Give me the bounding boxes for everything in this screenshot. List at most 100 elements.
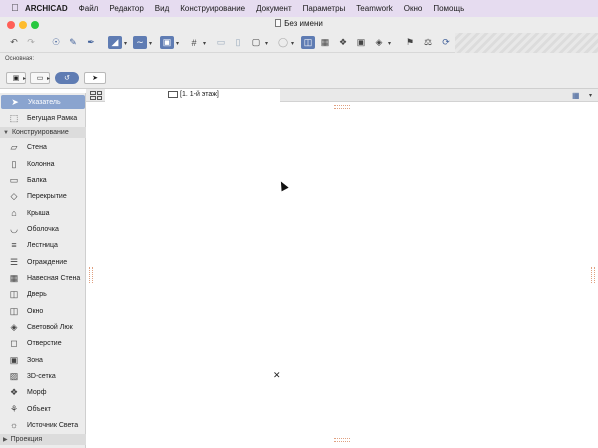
syringe-icon[interactable]: ✒ — [84, 36, 98, 49]
polyline-method-icon[interactable]: ∼ — [133, 36, 147, 49]
tool-roof[interactable]: ⌂ Крыша — [0, 206, 86, 220]
apple-icon[interactable]:  — [5, 3, 25, 14]
redo-icon[interactable]: ↷ — [24, 36, 38, 49]
tool-curtain-wall[interactable]: ▦ Навесная Стена — [0, 271, 86, 285]
disclosure-triangle-icon: ▶ — [3, 437, 8, 443]
tool-shell[interactable]: ◡ Оболочка — [0, 222, 86, 236]
menu-teamwork[interactable]: Teamwork — [356, 4, 392, 13]
tool-mesh[interactable]: ▨ 3D-сетка — [0, 369, 86, 383]
chevron-down-icon[interactable]: ▾ — [124, 40, 127, 47]
wall-geometry-method-icon[interactable]: ◢ — [108, 36, 122, 49]
tool-label: Ограждение — [27, 258, 68, 266]
tool-label: Окно — [27, 307, 44, 315]
floor-plan-canvas[interactable] — [86, 102, 598, 448]
menu-options[interactable]: Параметры — [303, 4, 346, 13]
lamp-icon: ☼ — [9, 420, 19, 430]
tool-stair[interactable]: ≡ Лестница — [0, 238, 86, 252]
lock-icon[interactable]: ◯ — [276, 36, 290, 49]
chevron-right-icon: ▸ — [23, 76, 27, 82]
tool-opening[interactable]: ◻ Отверстие — [0, 336, 86, 350]
pick-up-parameters-icon[interactable]: ☉ — [49, 36, 63, 49]
grid-snap-icon[interactable]: # — [187, 36, 201, 49]
chevron-down-icon[interactable]: ▾ — [265, 40, 268, 47]
tool-marquee[interactable]: ⬚ Бегущая Рамка — [0, 111, 86, 125]
undo-icon[interactable]: ↶ — [7, 36, 21, 49]
menubar:  ARCHICAD Файл Редактор Вид Конструиров… — [0, 0, 598, 17]
chevron-down-icon[interactable]: ▾ — [176, 40, 179, 47]
menu-file[interactable]: Файл — [79, 4, 99, 13]
menu-document[interactable]: Документ — [256, 4, 292, 13]
marquee-icon: ⬚ — [9, 112, 19, 123]
shell-icon: ◡ — [10, 223, 18, 234]
railing-icon: ☰ — [9, 256, 19, 267]
group-design[interactable]: ▼ Конструирование — [0, 127, 86, 138]
tool-label: Перекрытие — [27, 192, 67, 200]
tool-column[interactable]: ▯ Колонна — [0, 157, 86, 171]
tool-skylight[interactable]: ◈ Световой Люк — [0, 320, 86, 334]
menu-edit[interactable]: Редактор — [109, 4, 143, 13]
tool-label: Лестница — [27, 241, 58, 249]
tool-door[interactable]: ◫ Дверь — [0, 287, 86, 301]
rotate-toggle-icon[interactable]: ↺ — [55, 72, 79, 84]
opening-icon: ◻ — [10, 337, 18, 348]
slab-icon: ◇ — [10, 190, 18, 201]
group-projection[interactable]: ▶ Проекция — [0, 434, 86, 445]
tool-label: Объект — [27, 405, 51, 413]
tool-beam[interactable]: ▭ Балка — [0, 173, 86, 187]
chevron-down-icon[interactable]: ▾ — [589, 92, 592, 99]
scroll-edge-marker-right — [591, 267, 595, 283]
folder-icon — [168, 91, 178, 98]
tool-pointer[interactable]: ➤ Указатель — [1, 95, 85, 109]
sync-icon[interactable]: ⟳ — [439, 36, 453, 49]
window-titlebar: Без имени — [0, 17, 598, 33]
tool-railing[interactable]: ☰ Ограждение — [0, 255, 86, 269]
eyedropper-icon[interactable]: ✎ — [66, 36, 80, 49]
suspend-groups-icon[interactable]: ◫ — [301, 36, 315, 49]
tool-window[interactable]: ◫ Окно — [0, 304, 86, 318]
fit-window-icon[interactable]: ❖ — [336, 36, 350, 49]
tool-label: Стена — [27, 143, 47, 151]
chevron-down-icon[interactable]: ▾ — [203, 40, 206, 47]
guide-line-icon[interactable]: ▭ — [214, 36, 228, 49]
menu-help[interactable]: Помощь — [433, 4, 464, 13]
tool-label: Указатель — [28, 98, 61, 106]
door-icon: ◫ — [9, 288, 19, 299]
tool-label: Зона — [27, 356, 43, 364]
zone-icon: ▣ — [9, 354, 19, 365]
3d-view-icon[interactable]: ◈ — [372, 36, 386, 49]
flag-icon[interactable]: ⚑ — [403, 36, 417, 49]
group-label: Конструирование — [11, 129, 69, 136]
tool-wall[interactable]: ▱ Стена — [0, 140, 86, 154]
menu-design[interactable]: Конструирование — [180, 4, 245, 13]
table-icon[interactable]: ▦ — [318, 36, 332, 49]
chevron-down-icon[interactable]: ▾ — [388, 40, 391, 47]
navigator-icon[interactable]: ▦ — [572, 91, 587, 100]
toolbar-empty-area — [455, 33, 598, 53]
toolbox-panel: ➤ Указатель ⬚ Бегущая Рамка ▼ Конструирован… — [0, 93, 86, 448]
window-title-text: Без имени — [284, 19, 323, 28]
tool-morph[interactable]: ❖ Морф — [0, 385, 86, 399]
tool-label: Балка — [27, 176, 47, 184]
zoom-area-icon[interactable]: ▣ — [354, 36, 368, 49]
project-origin-marker-icon: ✕ — [273, 370, 281, 380]
tool-label: Отверстие — [27, 339, 62, 347]
chevron-down-icon[interactable]: ▾ — [291, 40, 294, 47]
tool-slab[interactable]: ◇ Перекрытие — [0, 189, 86, 203]
menu-window[interactable]: Окно — [404, 4, 423, 13]
rectangle-method-icon[interactable]: ▣ — [160, 36, 174, 49]
tool-label: Дверь — [27, 290, 47, 298]
chevron-down-icon[interactable]: ▾ — [149, 40, 152, 47]
arrow-pointer-icon[interactable]: ➤ — [84, 72, 106, 84]
tool-object[interactable]: ⚘ Объект — [0, 402, 86, 416]
layer-combination-icon[interactable]: ▢ — [249, 36, 263, 49]
menu-app-name[interactable]: ARCHICAD — [25, 4, 68, 13]
tool-label: Световой Люк — [27, 323, 73, 331]
column-icon: ▯ — [11, 158, 17, 169]
tool-lamp[interactable]: ☼ Источник Света — [0, 418, 86, 432]
tool-label: Навесная Стена — [27, 274, 81, 282]
tab-overview-icon[interactable] — [90, 91, 102, 100]
annotation-icon[interactable]: ⚖ — [421, 36, 435, 49]
menu-view[interactable]: Вид — [155, 4, 169, 13]
tool-zone[interactable]: ▣ Зона — [0, 353, 86, 367]
surface-icon[interactable]: ▯ — [231, 36, 245, 49]
